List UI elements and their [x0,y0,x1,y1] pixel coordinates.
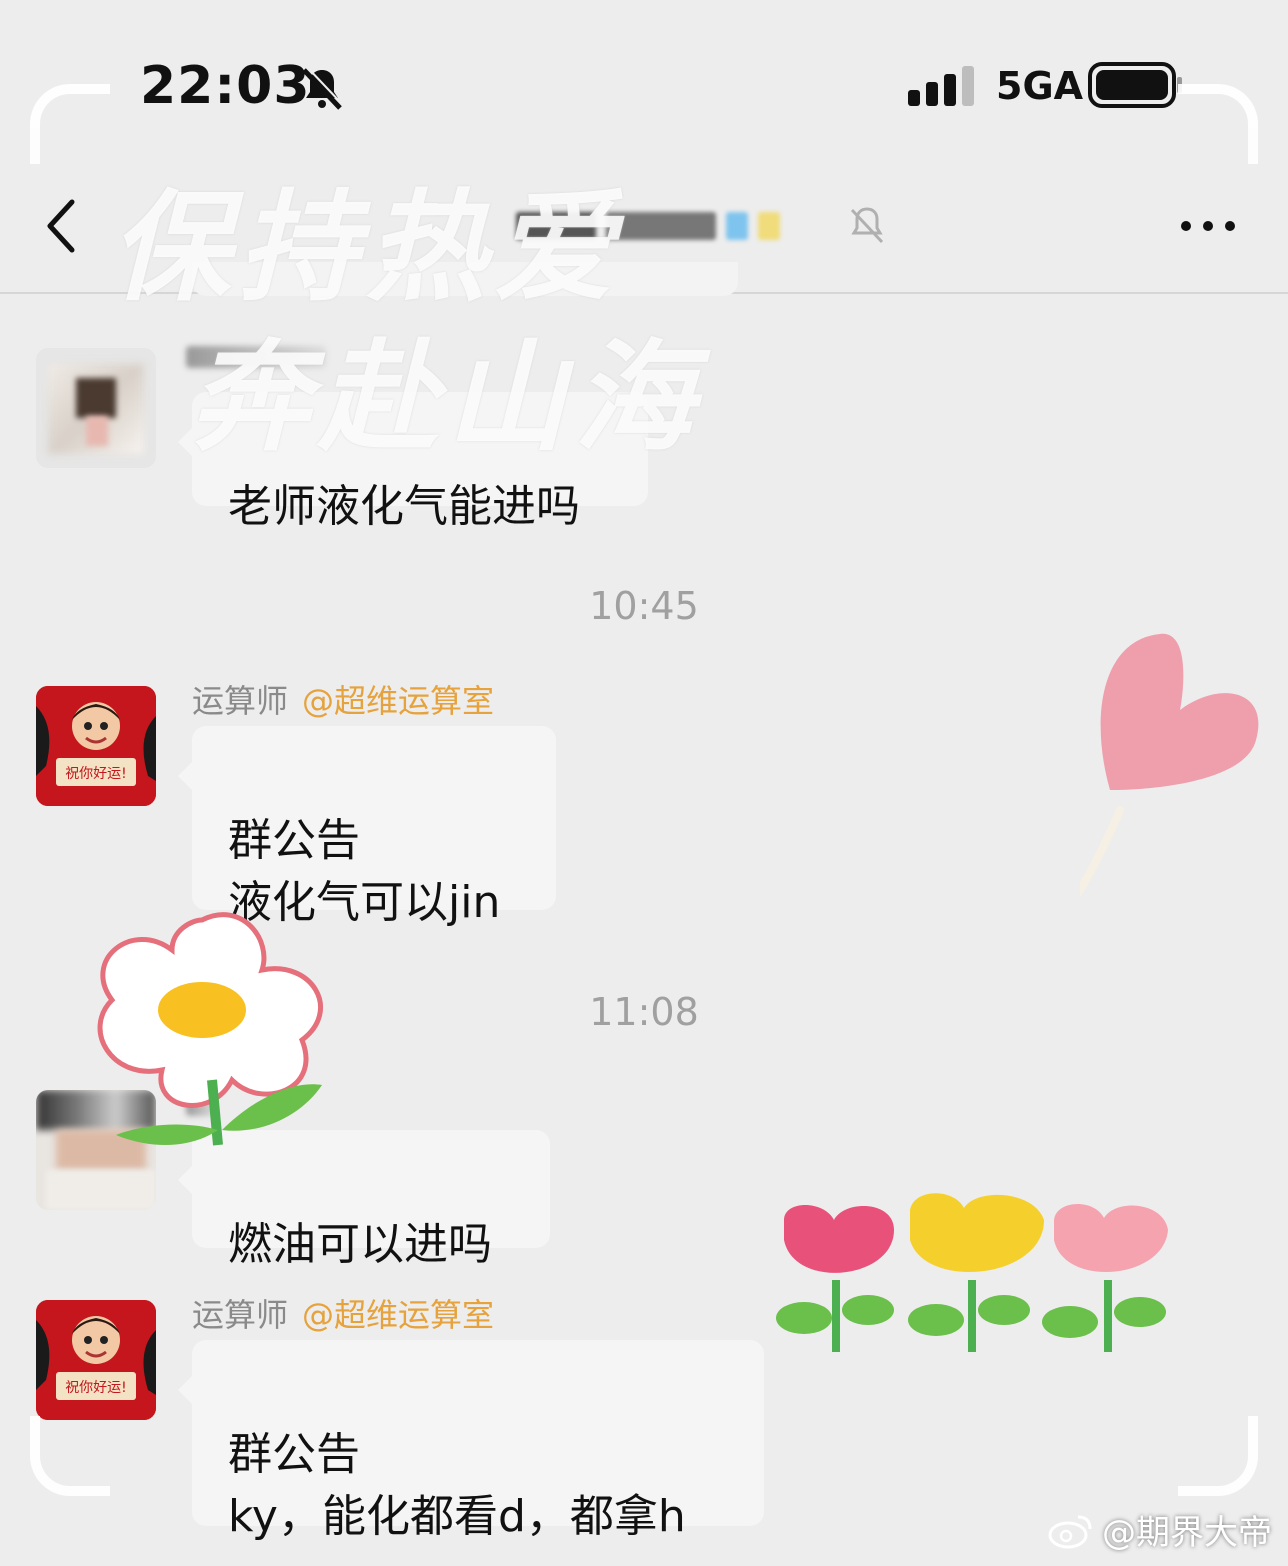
blurred-title [516,212,596,240]
frame-corner [30,84,110,164]
muted-chat-icon [850,207,884,244]
avatar[interactable]: 祝你好运! [36,686,156,806]
frame-corner [30,1416,110,1496]
previous-message-bubble [192,262,738,296]
sender-line: 运算师 @超维运算室 [192,676,494,722]
avatar-card-text: 祝你好运! [65,766,127,782]
avatar-illustration: 祝你好运! [36,1300,156,1420]
frame-corner [1178,1416,1258,1496]
blurred-title [726,212,748,240]
network-type: 5GA [996,64,1084,108]
blurred-title [758,212,780,240]
signal-strength-icon [908,66,974,106]
message-bubble[interactable]: 老师液化气能进吗 [178,392,648,532]
bell-muted-icon [302,66,344,110]
org-tag[interactable]: @超维运算室 [302,1296,494,1334]
more-options-icon[interactable] [1176,214,1240,238]
weibo-watermark: @期界大帝 [1048,1505,1272,1554]
tulips-sticker [776,1193,1168,1352]
org-tag[interactable]: @超维运算室 [302,682,494,720]
message-text: 老师液化气能进吗 [228,481,580,532]
flower-sticker [97,912,323,1146]
status-time: 22:03 [140,56,311,116]
sender-line: 运算师 @超维运算室 [192,1290,494,1336]
heart-sticker [1080,633,1259,898]
blurred-title [606,212,716,240]
message-bubble[interactable]: 群公告 ky，能化都看d，都拿h [178,1340,764,1542]
message-text: 群公告 ky，能化都看d，都拿h [228,1429,686,1542]
avatar[interactable]: 祝你好运! [36,1300,156,1420]
battery-icon [1088,62,1182,108]
group-title[interactable] [506,198,836,254]
frame-corner [1178,84,1258,164]
avatar[interactable] [36,348,156,468]
sender-name: 运算师 [192,1296,289,1334]
message-text: 燃油可以进吗 [228,1219,492,1270]
message-bubble[interactable]: 群公告 液化气可以jin [178,726,556,928]
sender-name: 运算师 [192,682,289,720]
avatar-illustration: 祝你好运! [36,686,156,806]
sender-name-blurred [186,346,326,368]
back-arrow-icon[interactable] [38,196,88,256]
avatar-card-text: 祝你好运! [65,1380,127,1396]
weibo-handle: @期界大帝 [1102,1513,1272,1553]
weibo-logo-icon [1048,1515,1092,1548]
